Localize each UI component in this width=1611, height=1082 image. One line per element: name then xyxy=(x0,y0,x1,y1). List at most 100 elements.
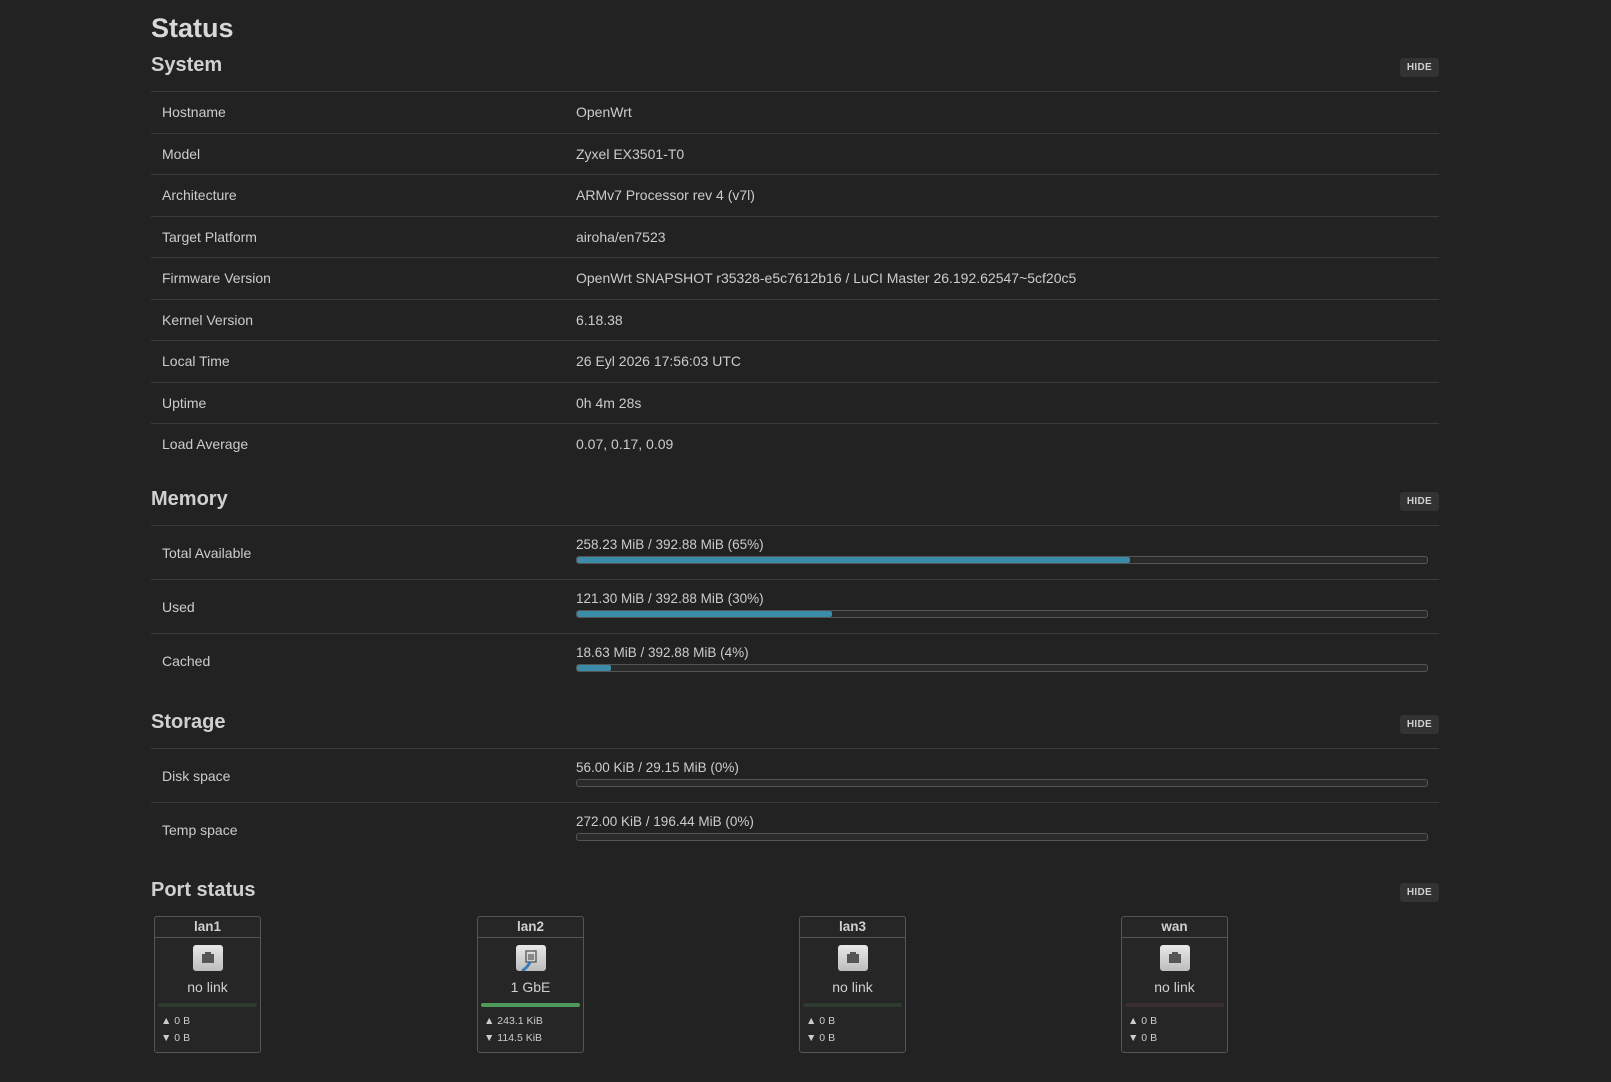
memory-row-cached: Cached 18.63 MiB / 392.88 MiB (4%) xyxy=(151,634,1439,687)
port-speed: no link xyxy=(832,979,873,995)
row-key: Hostname xyxy=(162,104,226,121)
row-key: Used xyxy=(162,598,195,615)
row-key: Disk space xyxy=(162,767,231,784)
port-rx: ▼ 114.5 KiB xyxy=(484,1032,543,1044)
row-key: Model xyxy=(162,145,201,162)
port-speed: no link xyxy=(1154,979,1195,995)
memory-table: Total Available 258.23 MiB / 392.88 MiB … xyxy=(151,525,1439,687)
port-status-section: Port status HIDE lan1 no link ▲ 0 B ▼ 0 … xyxy=(151,878,1439,1056)
storage-hide-button[interactable]: HIDE xyxy=(1399,715,1439,734)
ethernet-port-icon xyxy=(837,945,868,971)
row-key: Uptime xyxy=(162,394,207,411)
ethernet-port-icon xyxy=(192,945,223,971)
port-status-hide-button[interactable]: HIDE xyxy=(1399,883,1439,902)
port-name: lan1 xyxy=(155,917,260,938)
port-rx: ▼ 0 B xyxy=(806,1032,836,1044)
row-key: Temp space xyxy=(162,821,238,838)
port-rx: ▼ 0 B xyxy=(1128,1032,1158,1044)
row-key: Total Available xyxy=(162,544,252,561)
storage-table: Disk space 56.00 KiB / 29.15 MiB (0%) Te… xyxy=(151,748,1439,856)
port-list: lan1 no link ▲ 0 B ▼ 0 B lan2 1 GbE ▲ 24… xyxy=(151,916,1439,1056)
system-row-firmware-version: Firmware Version OpenWrt SNAPSHOT r35328… xyxy=(151,258,1439,300)
port-name: lan2 xyxy=(478,917,583,938)
port-status-header: Port status HIDE xyxy=(151,878,1439,902)
progress-bar xyxy=(576,610,1428,618)
page-title: Status xyxy=(151,13,234,43)
port-speed: 1 GbE xyxy=(510,979,551,995)
row-value: OpenWrt xyxy=(576,104,632,121)
port-traffic: ▲ 0 B ▼ 0 B xyxy=(155,1013,260,1047)
system-row-target-platform: Target Platform airoha/en7523 xyxy=(151,217,1439,258)
progress-bar-fill xyxy=(577,665,611,671)
port-traffic: ▲ 0 B ▼ 0 B xyxy=(800,1013,905,1047)
row-value: 0.07, 0.17, 0.09 xyxy=(576,436,674,453)
progress-label: 56.00 KiB / 29.15 MiB (0%) xyxy=(576,760,739,775)
system-row-load-average: Load Average 0.07, 0.17, 0.09 xyxy=(151,424,1439,465)
row-key: Local Time xyxy=(162,353,230,370)
port-speed: no link xyxy=(187,979,228,995)
system-row-local-time: Local Time 26 Eyl 2026 17:56:03 UTC xyxy=(151,341,1439,383)
port-tx: ▲ 243.1 KiB xyxy=(484,1015,543,1027)
memory-row-total-available: Total Available 258.23 MiB / 392.88 MiB … xyxy=(151,526,1439,580)
port-lan1: lan1 no link ▲ 0 B ▼ 0 B xyxy=(154,916,261,1053)
system-row-kernel-version: Kernel Version 6.18.38 xyxy=(151,300,1439,341)
progress-label: 121.30 MiB / 392.88 MiB (30%) xyxy=(576,591,764,606)
storage-title: Storage xyxy=(151,711,226,733)
system-header: System HIDE xyxy=(151,53,1439,77)
progress-cell: 18.63 MiB / 392.88 MiB (4%) xyxy=(576,645,1439,672)
row-value: 6.18.38 xyxy=(576,311,623,328)
row-key: Kernel Version xyxy=(162,311,254,328)
row-value: Zyxel EX3501-T0 xyxy=(576,145,685,162)
row-value: airoha/en7523 xyxy=(576,228,666,245)
port-link-indicator xyxy=(803,1003,902,1007)
progress-bar xyxy=(576,664,1428,672)
progress-bar-fill xyxy=(577,557,1130,563)
progress-cell: 56.00 KiB / 29.15 MiB (0%) xyxy=(576,760,1439,787)
port-name: lan3 xyxy=(800,917,905,938)
memory-row-used: Used 121.30 MiB / 392.88 MiB (30%) xyxy=(151,580,1439,634)
memory-title: Memory xyxy=(151,488,228,510)
system-row-hostname: Hostname OpenWrt xyxy=(151,92,1439,134)
row-key: Architecture xyxy=(162,187,237,204)
progress-cell: 258.23 MiB / 392.88 MiB (65%) xyxy=(576,537,1439,564)
system-hide-button[interactable]: HIDE xyxy=(1399,58,1439,77)
row-value: ARMv7 Processor rev 4 (v7l) xyxy=(576,187,755,204)
port-link-indicator xyxy=(1125,1003,1224,1007)
storage-header: Storage HIDE xyxy=(151,710,1439,734)
row-value: 0h 4m 28s xyxy=(576,394,642,411)
port-link-indicator xyxy=(481,1003,580,1007)
memory-hide-button[interactable]: HIDE xyxy=(1399,492,1439,511)
row-value: 26 Eyl 2026 17:56:03 UTC xyxy=(576,353,741,370)
port-tx: ▲ 0 B xyxy=(1128,1015,1158,1027)
storage-row-disk-space: Disk space 56.00 KiB / 29.15 MiB (0%) xyxy=(151,749,1439,803)
row-key: Target Platform xyxy=(162,228,257,245)
progress-bar xyxy=(576,556,1428,564)
memory-section: Memory HIDE Total Available 258.23 MiB /… xyxy=(151,487,1439,687)
ethernet-connected-icon xyxy=(515,945,546,971)
progress-label: 18.63 MiB / 392.88 MiB (4%) xyxy=(576,645,749,660)
progress-label: 258.23 MiB / 392.88 MiB (65%) xyxy=(576,537,764,552)
row-key: Firmware Version xyxy=(162,270,271,287)
port-tx: ▲ 0 B xyxy=(806,1015,836,1027)
progress-bar xyxy=(576,779,1428,787)
system-table: Hostname OpenWrt Model Zyxel EX3501-T0 A… xyxy=(151,91,1439,465)
system-title: System xyxy=(151,54,223,76)
port-link-indicator xyxy=(158,1003,257,1007)
row-key: Cached xyxy=(162,652,211,669)
system-section: System HIDE Hostname OpenWrt Model Zyxel… xyxy=(151,53,1439,465)
port-wan: wan no link ▲ 0 B ▼ 0 B xyxy=(1121,916,1228,1053)
port-status-title: Port status xyxy=(151,879,256,901)
port-tx: ▲ 0 B xyxy=(161,1015,191,1027)
memory-header: Memory HIDE xyxy=(151,487,1439,511)
progress-cell: 121.30 MiB / 392.88 MiB (30%) xyxy=(576,591,1439,618)
port-lan2: lan2 1 GbE ▲ 243.1 KiB ▼ 114.5 KiB xyxy=(477,916,584,1053)
ethernet-port-icon xyxy=(1159,945,1190,971)
progress-bar-fill xyxy=(577,611,832,617)
system-row-model: Model Zyxel EX3501-T0 xyxy=(151,134,1439,175)
system-row-architecture: Architecture ARMv7 Processor rev 4 (v7l) xyxy=(151,175,1439,217)
system-row-uptime: Uptime 0h 4m 28s xyxy=(151,383,1439,424)
progress-bar xyxy=(576,833,1428,841)
port-traffic: ▲ 0 B ▼ 0 B xyxy=(1122,1013,1227,1047)
port-rx: ▼ 0 B xyxy=(161,1032,191,1044)
row-value: OpenWrt SNAPSHOT r35328-e5c7612b16 / LuC… xyxy=(576,270,1077,287)
